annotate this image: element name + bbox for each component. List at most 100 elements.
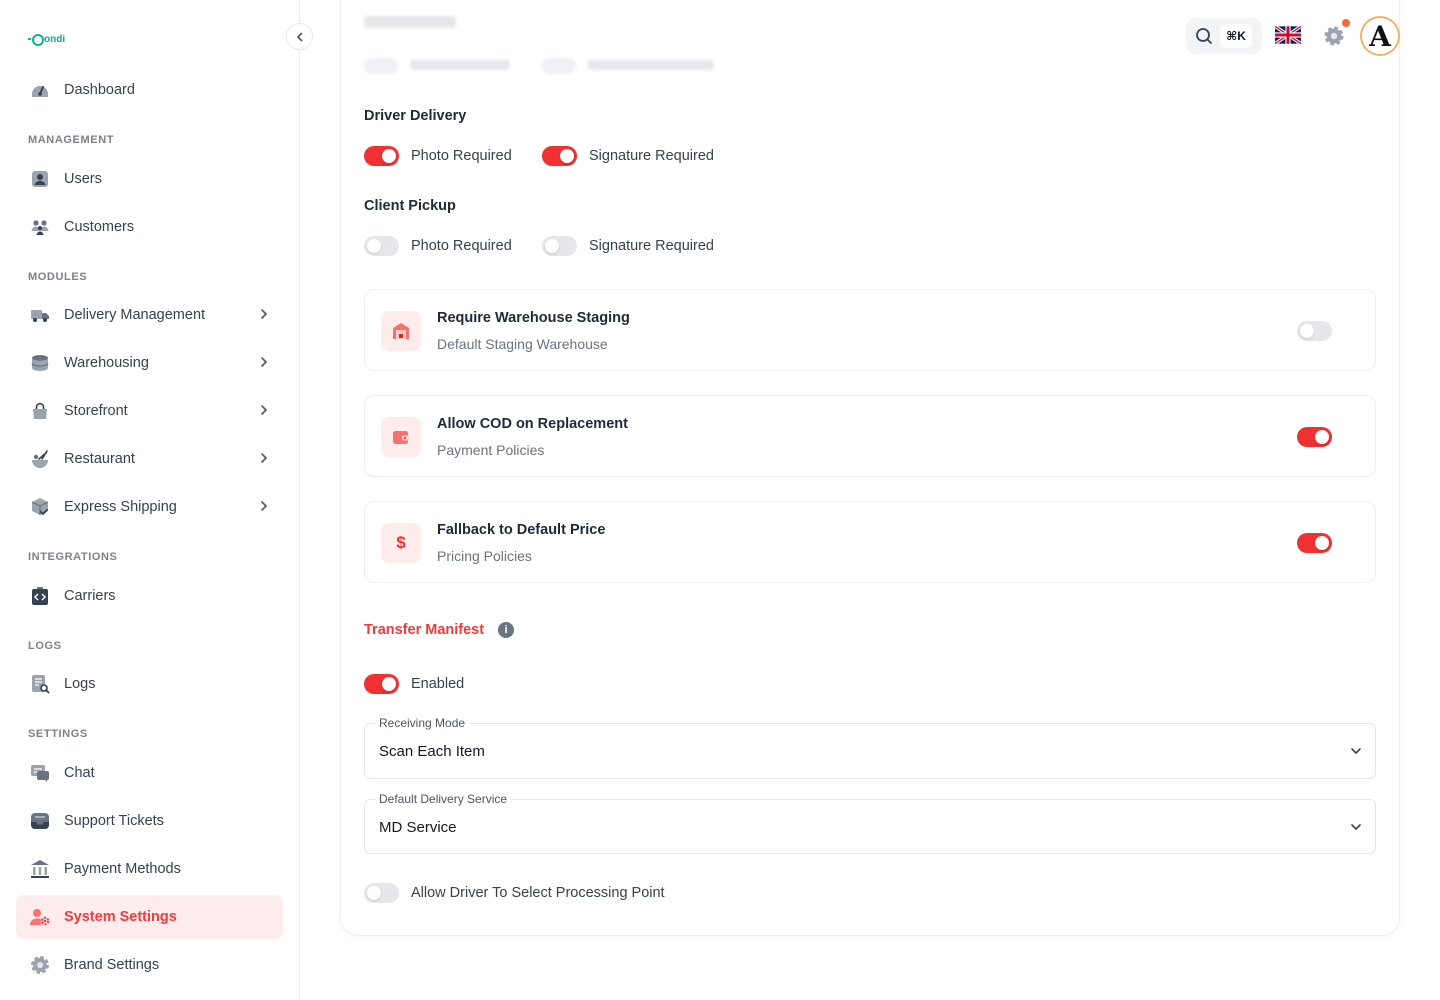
cod-replacement-toggle[interactable] — [1297, 427, 1332, 447]
sidebar-item-chat[interactable]: Chat — [16, 751, 283, 795]
sidebar-item-users[interactable]: Users — [16, 157, 283, 201]
brand-logo[interactable]: ondi — [28, 33, 66, 46]
file-search-icon — [30, 674, 50, 694]
sidebar-item-label: Warehousing — [64, 355, 149, 371]
transfer-manifest-enabled-row: Enabled — [364, 674, 464, 694]
brand-name: ondi — [44, 33, 66, 45]
client-pickup-photo-toggle[interactable] — [364, 236, 399, 256]
sidebar-item-label: Customers — [64, 219, 135, 235]
gear-icon — [30, 955, 50, 975]
sidebar-item-payment-methods[interactable]: Payment Methods — [16, 847, 283, 891]
search-shortcut: ⌘K — [1220, 24, 1252, 48]
chevron-right-icon — [261, 405, 268, 415]
receiving-mode-label: Receiving Mode — [375, 716, 470, 730]
sidebar-item-label: Restaurant — [64, 451, 135, 467]
inbox-icon — [30, 811, 50, 831]
wallet-icon — [381, 417, 421, 457]
receiving-mode-value: Scan Each Item — [379, 743, 485, 760]
sidebar-item-label: Users — [64, 171, 102, 187]
sidebar-item-delivery-management[interactable]: Delivery Management — [16, 293, 283, 337]
sidebar-item-label: System Settings — [64, 909, 177, 925]
toggle-label: Photo Required — [411, 238, 512, 254]
section-integrations: INTEGRATIONS — [28, 551, 118, 563]
gear-icon[interactable] — [1322, 24, 1346, 48]
client-pickup-photo-row: Photo Required — [364, 236, 512, 256]
sidebar-item-dashboard[interactable]: Dashboard — [16, 68, 283, 112]
policy-title: Allow COD on Replacement — [437, 416, 628, 432]
user-gear-icon — [30, 907, 50, 927]
user-icon — [30, 169, 50, 189]
chevron-left-icon — [296, 32, 302, 41]
sidebar-item-label: Chat — [64, 765, 95, 781]
toggle-label: Enabled — [411, 676, 465, 692]
policy-title: Require Warehouse Staging — [437, 310, 630, 326]
sidebar-item-express-shipping[interactable]: Express Shipping — [16, 485, 283, 529]
sidebar-item-logs[interactable]: Logs — [16, 662, 283, 706]
sidebar-item-label: Logs — [64, 676, 96, 692]
sidebar-item-brand-settings[interactable]: Brand Settings — [16, 943, 283, 987]
transfer-manifest-enabled-toggle[interactable] — [364, 674, 399, 694]
sidebar-item-label: Payment Methods — [64, 861, 181, 877]
default-delivery-service-select[interactable]: Default Delivery Service MD Service — [364, 792, 1376, 854]
sidebar-item-customers[interactable]: Customers — [16, 205, 283, 249]
toggle-label: Signature Required — [589, 238, 714, 254]
sidebar-item-support-tickets[interactable]: Support Tickets — [16, 799, 283, 843]
chevron-down-icon — [1351, 748, 1361, 755]
sidebar-item-system-settings[interactable]: System Settings — [16, 895, 283, 939]
transfer-manifest-title: Transfer Manifest — [364, 622, 485, 638]
policy-subtitle: Payment Policies — [437, 442, 545, 458]
warehouse-icon — [30, 353, 50, 373]
default-price-toggle[interactable] — [1297, 533, 1332, 553]
sidebar-item-label: Dashboard — [64, 82, 135, 98]
toggle-label: Photo Required — [411, 148, 512, 164]
search-icon — [1196, 28, 1212, 44]
toggle-label: Signature Required — [589, 148, 714, 164]
client-pickup-title: Client Pickup — [364, 198, 456, 214]
sidebar-item-label: Storefront — [64, 403, 128, 419]
sidebar-item-label: Delivery Management — [64, 307, 206, 323]
logo-mark-icon — [28, 33, 44, 46]
receiving-mode-select[interactable]: Receiving Mode Scan Each Item — [364, 716, 1376, 779]
policy-subtitle: Default Staging Warehouse — [437, 336, 608, 352]
truck-icon — [30, 305, 50, 325]
chevron-right-icon — [261, 357, 268, 367]
search-button[interactable]: ⌘K — [1186, 18, 1262, 54]
avatar[interactable]: A — [1360, 16, 1400, 56]
driver-delivery-photo-row: Photo Required — [364, 146, 512, 166]
chat-icon — [30, 763, 50, 783]
chevron-right-icon — [261, 453, 268, 463]
policy-card-default-price: $ Fallback to Default Price Pricing Poli… — [364, 501, 1376, 583]
uk-flag-icon[interactable] — [1275, 24, 1301, 46]
policy-card-warehouse-staging: Require Warehouse Staging Default Stagin… — [364, 289, 1376, 371]
customers-icon — [30, 217, 50, 237]
processing-point-row: Allow Driver To Select Processing Point — [364, 883, 665, 903]
faded-scrolled-section — [364, 12, 744, 74]
chevron-right-icon — [261, 309, 268, 319]
sidebar-item-label: Brand Settings — [64, 957, 160, 973]
sidebar: ondi Dashboard MANAGEMENT Users Customer… — [0, 0, 300, 1000]
driver-delivery-photo-toggle[interactable] — [364, 146, 399, 166]
sidebar-item-storefront[interactable]: Storefront — [16, 389, 283, 433]
sidebar-item-warehousing[interactable]: Warehousing — [16, 341, 283, 385]
collapse-sidebar-button[interactable] — [286, 23, 313, 50]
driver-delivery-signature-toggle[interactable] — [542, 146, 577, 166]
default-delivery-service-value: MD Service — [379, 819, 457, 836]
policy-card-cod-replacement: Allow COD on Replacement Payment Policie… — [364, 395, 1376, 477]
section-modules: MODULES — [28, 271, 88, 283]
section-settings: SETTINGS — [28, 728, 88, 740]
restaurant-icon — [30, 449, 50, 469]
driver-delivery-signature-row: Signature Required — [542, 146, 714, 166]
client-pickup-signature-toggle[interactable] — [542, 236, 577, 256]
section-management: MANAGEMENT — [28, 134, 115, 146]
chevron-down-icon — [1351, 824, 1361, 831]
dollar-icon: $ — [381, 523, 421, 563]
sidebar-item-restaurant[interactable]: Restaurant — [16, 437, 283, 481]
warehouse-icon — [381, 311, 421, 351]
warehouse-staging-toggle[interactable] — [1297, 321, 1332, 341]
shopping-bag-icon — [30, 401, 50, 421]
sidebar-item-carriers[interactable]: Carriers — [16, 574, 283, 618]
info-icon[interactable]: i — [498, 622, 514, 638]
notification-dot — [1342, 19, 1350, 27]
processing-point-toggle[interactable] — [364, 883, 399, 903]
sidebar-item-label: Support Tickets — [64, 813, 164, 829]
